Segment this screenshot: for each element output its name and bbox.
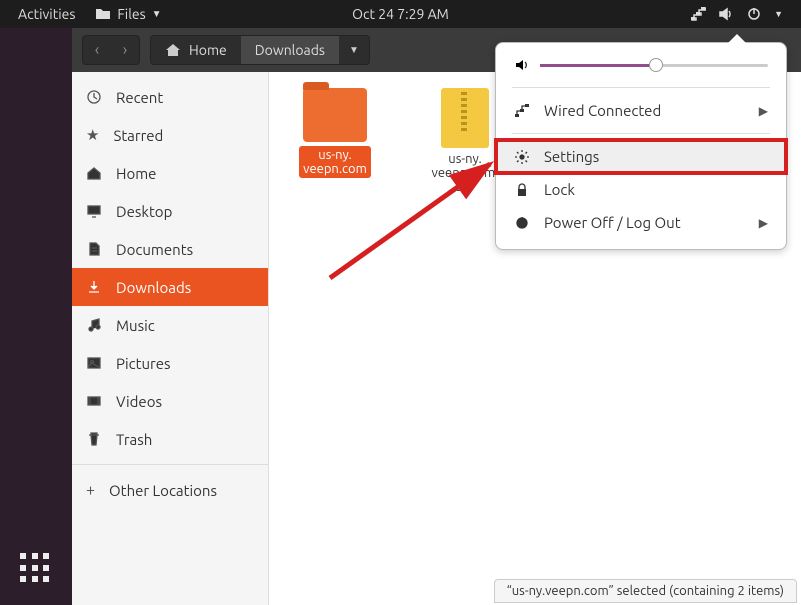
volume-slider[interactable] (540, 64, 768, 67)
clock-icon (86, 89, 102, 105)
videos-icon (86, 393, 102, 409)
chevron-down-icon[interactable]: ▼ (774, 9, 783, 19)
menu-item-label: Settings (544, 148, 599, 165)
sidebar-item-label: Downloads (116, 279, 191, 296)
network-icon[interactable] (690, 6, 706, 22)
sidebar-item-label: Trash (116, 431, 152, 448)
chevron-down-icon: ▼ (152, 8, 162, 20)
menu-item-settings[interactable]: Settings (496, 140, 786, 173)
sidebar-item-label: Music (116, 317, 155, 334)
desktop-icon (86, 203, 102, 219)
sidebar-item-downloads[interactable]: Downloads (72, 268, 268, 306)
file-label: us-ny. veepn.com (299, 146, 371, 178)
volume-slider-row (496, 53, 786, 81)
pictures-icon (86, 355, 102, 371)
trash-icon (86, 431, 102, 447)
file-label: us-ny. veepn.com. zip (432, 152, 499, 194)
sidebar-item-label: Documents (116, 241, 193, 258)
sidebar-item-label: Recent (116, 89, 163, 106)
chevron-right-icon: ▶ (759, 104, 768, 118)
separator (512, 133, 770, 134)
system-status-menu: Wired Connected ▶ Settings Lock Power Of… (495, 42, 787, 250)
music-icon (86, 317, 102, 333)
network-icon (514, 103, 530, 119)
lock-icon (514, 182, 530, 198)
sidebar-item-other-locations[interactable]: + Other Locations (72, 471, 268, 509)
sidebar-item-label: Other Locations (109, 482, 217, 499)
gear-icon (514, 149, 530, 165)
star-icon: ★ (86, 126, 99, 144)
path-home-label: Home (189, 42, 227, 58)
dock (0, 28, 72, 605)
clock[interactable]: Oct 24 7:29 AM (352, 6, 449, 22)
gnome-top-panel: Activities Files ▼ Oct 24 7:29 AM ▼ (0, 0, 801, 28)
file-item-folder[interactable]: us-ny. veepn.com (285, 88, 385, 178)
activities-button[interactable]: Activities (18, 6, 75, 22)
app-menu-button[interactable]: Files ▼ (95, 6, 161, 22)
nav-buttons: ‹ › (82, 35, 140, 65)
sidebar-item-music[interactable]: Music (72, 306, 268, 344)
menu-item-label: Wired Connected (544, 102, 661, 119)
path-home[interactable]: Home (151, 36, 241, 64)
path-current[interactable]: Downloads (241, 36, 339, 64)
menu-item-wired[interactable]: Wired Connected ▶ (496, 94, 786, 127)
plus-icon: + (86, 481, 95, 499)
folder-icon (95, 6, 111, 22)
sidebar-item-desktop[interactable]: Desktop (72, 192, 268, 230)
sidebar-item-pictures[interactable]: Pictures (72, 344, 268, 382)
path-current-label: Downloads (255, 42, 325, 58)
path-bar: Home Downloads ▼ (150, 35, 370, 65)
archive-icon (441, 88, 489, 148)
menu-item-lock[interactable]: Lock (496, 173, 786, 206)
sidebar-item-label: Starred (113, 127, 163, 144)
sidebar-item-videos[interactable]: Videos (72, 382, 268, 420)
folder-icon (303, 88, 367, 142)
downloads-icon (86, 279, 102, 295)
path-dropdown-icon[interactable]: ▼ (339, 44, 369, 56)
power-icon[interactable] (746, 6, 762, 22)
sidebar-item-home[interactable]: Home (72, 154, 268, 192)
sidebar-item-starred[interactable]: ★ Starred (72, 116, 268, 154)
back-button[interactable]: ‹ (83, 36, 111, 64)
volume-icon[interactable] (718, 6, 734, 22)
status-bar: “us-ny.veepn.com” selected (containing 2… (494, 579, 797, 603)
places-sidebar: Recent ★ Starred Home Desktop Documents D… (72, 72, 269, 605)
separator (72, 464, 268, 465)
sidebar-item-label: Videos (116, 393, 162, 410)
volume-icon (514, 57, 530, 73)
documents-icon (86, 241, 102, 257)
sidebar-item-label: Pictures (116, 355, 171, 372)
menu-item-label: Power Off / Log Out (544, 214, 681, 231)
menu-item-power[interactable]: Power Off / Log Out ▶ (496, 206, 786, 239)
show-applications-button[interactable] (20, 553, 52, 585)
chevron-right-icon: ▶ (759, 216, 768, 230)
sidebar-item-label: Home (116, 165, 156, 182)
sidebar-item-recent[interactable]: Recent (72, 78, 268, 116)
forward-button[interactable]: › (111, 36, 139, 64)
sidebar-item-label: Desktop (116, 203, 172, 220)
sidebar-item-trash[interactable]: Trash (72, 420, 268, 458)
home-icon (165, 42, 181, 58)
separator (512, 87, 770, 88)
menu-item-label: Lock (544, 181, 575, 198)
home-icon (86, 165, 102, 181)
sidebar-item-documents[interactable]: Documents (72, 230, 268, 268)
power-icon (514, 215, 530, 231)
app-menu-label: Files (117, 6, 145, 22)
